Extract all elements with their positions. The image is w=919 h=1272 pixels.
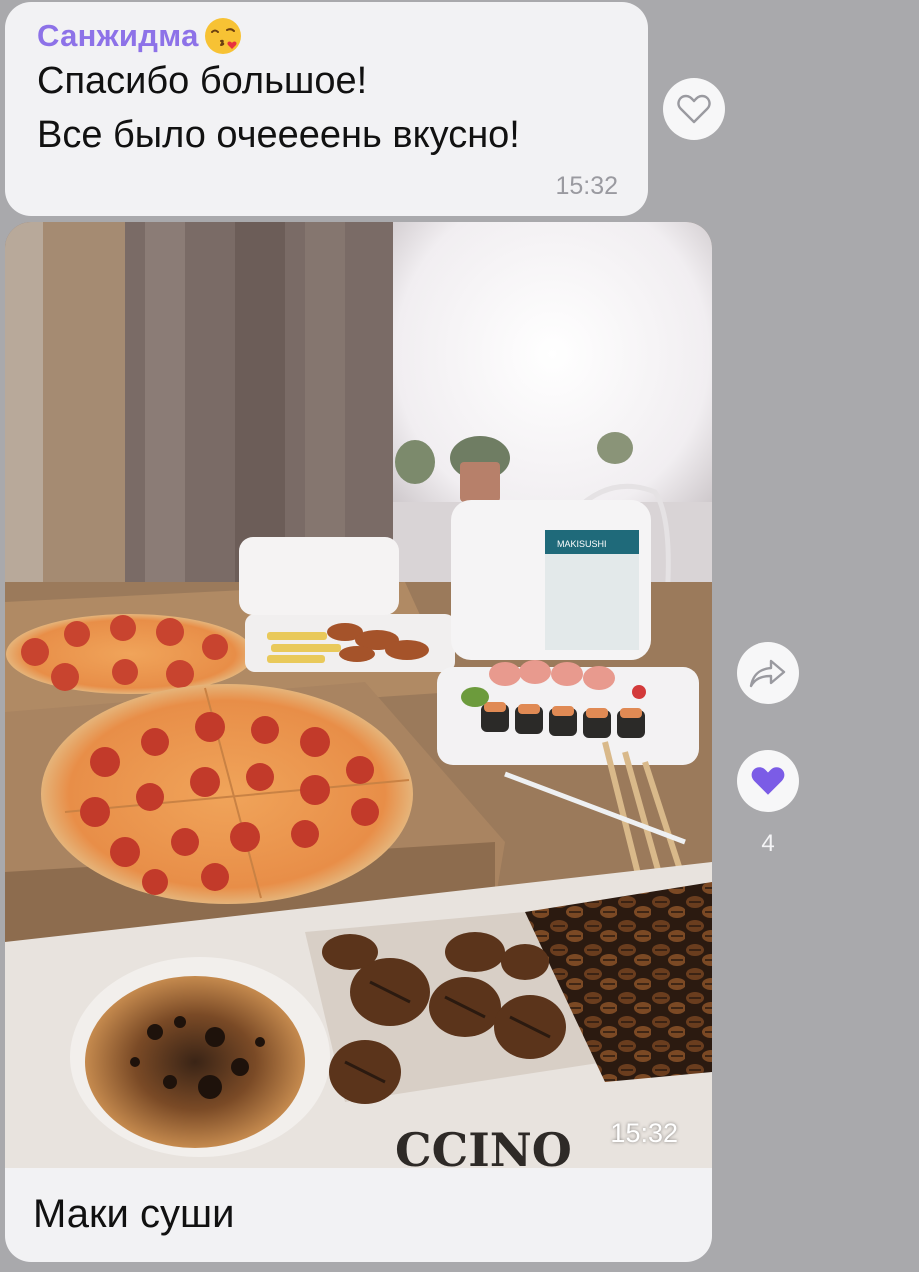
heart-outline-icon [677, 94, 711, 124]
svg-text:CCINO: CCINO [395, 1123, 572, 1168]
sender-name[interactable]: Санжидма [37, 16, 243, 56]
face-blowing-kiss-icon [203, 16, 243, 56]
liked-button[interactable] [737, 750, 799, 812]
food-photo-image: MAKISUSHI CCINO [5, 222, 712, 1168]
share-arrow-icon [749, 659, 786, 688]
share-button[interactable] [737, 642, 799, 704]
like-button[interactable] [663, 78, 725, 140]
photo-caption: Маки суши [33, 1192, 235, 1236]
heart-filled-icon [751, 767, 785, 795]
food-photo[interactable]: MAKISUSHI CCINO 15:32 [5, 222, 712, 1168]
photo-timestamp: 15:32 [610, 1118, 678, 1148]
message-text-line-1: Спасибо большое! [37, 60, 368, 102]
message-bubble-text[interactable]: Санжидма Спасибо большое! Все было очеее… [5, 2, 648, 216]
message-bubble-photo[interactable]: MAKISUSHI CCINO 15:32 Маки суши [5, 222, 712, 1262]
message-text-line-2: Все было очеееень вкусно! [37, 114, 520, 156]
message-timestamp: 15:32 [555, 172, 618, 200]
photo-box-label: MAKISUSHI [557, 539, 607, 549]
like-count: 4 [761, 830, 775, 857]
sender-name-label: Санжидма [37, 18, 199, 53]
